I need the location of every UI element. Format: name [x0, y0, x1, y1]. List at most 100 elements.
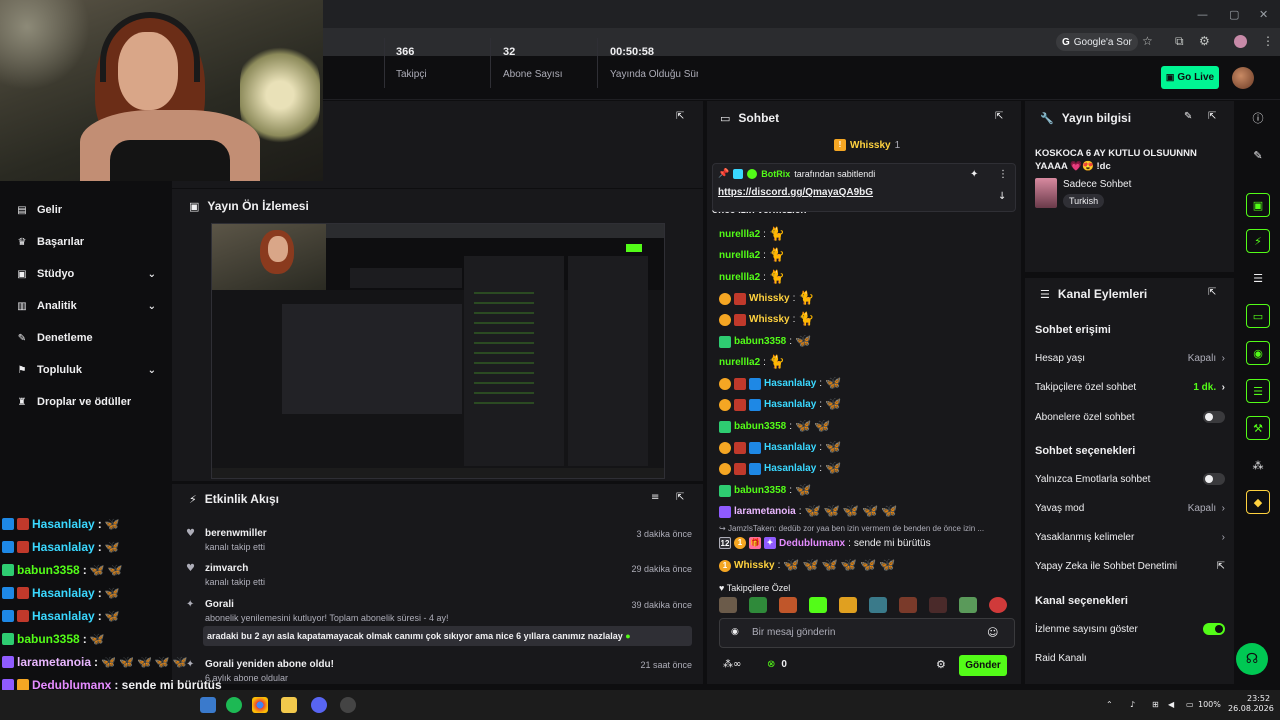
- chat-username[interactable]: Hasanlalay: [764, 378, 816, 389]
- broadcast-panel-icon[interactable]: ◉: [1246, 341, 1270, 365]
- monitor-panel-icon[interactable]: ▣: [1246, 193, 1270, 217]
- list-panel-icon[interactable]: ☰: [1246, 266, 1270, 290]
- chat-message: Hasanlalay: 🦋: [719, 440, 841, 455]
- chat-username[interactable]: Hasanlalay: [764, 442, 816, 453]
- channel-options-heading: Kanal seçenekleri: [1035, 595, 1128, 607]
- chat-username[interactable]: babun3358: [734, 336, 786, 347]
- account-age-row[interactable]: Hesap yaşı Kapalı ›: [1035, 353, 1225, 364]
- nav-item-0[interactable]: ▤ Gelir: [16, 204, 156, 216]
- translate-icon[interactable]: ⧉: [1175, 34, 1184, 49]
- sub-chat-toggle[interactable]: [1203, 411, 1225, 423]
- stream-preview-video[interactable]: [211, 223, 665, 479]
- pen-icon[interactable]: ✎: [1246, 143, 1270, 167]
- nav-item-6[interactable]: ♜ Droplar ve ödüller: [16, 396, 156, 408]
- info-icon[interactable]: ⓘ: [1246, 106, 1270, 130]
- nav-item-4[interactable]: ✎ Denetleme: [16, 332, 156, 344]
- network-icon[interactable]: ⊞: [1152, 700, 1159, 709]
- chat-username[interactable]: nurellla2: [719, 357, 760, 368]
- category-name[interactable]: Sadece Sohbet: [1063, 179, 1131, 190]
- taskbar-app-icon[interactable]: [200, 697, 216, 713]
- badge-icon: [734, 377, 746, 390]
- discord-icon[interactable]: [311, 697, 327, 713]
- nav-item-1[interactable]: ♛ Başarılar: [16, 236, 156, 248]
- google-sor-button[interactable]: G Google'a Sor: [1056, 33, 1138, 51]
- badge-icon: [734, 313, 746, 326]
- chat-username[interactable]: Hasanlalay: [764, 463, 816, 474]
- chevron-down-icon[interactable]: ⌄: [148, 301, 156, 312]
- popout-icon[interactable]: ⇱: [995, 111, 1003, 122]
- overlay-text: :: [97, 609, 102, 623]
- nav-item-5[interactable]: ⚑ Topluluk ⌄: [16, 364, 156, 376]
- bolt-panel-icon[interactable]: ⚡: [1246, 229, 1270, 253]
- activity-item: ✦ Gorali yeniden abone oldu! 6 aylık abone…: [184, 659, 692, 689]
- pin-menu-icon[interactable]: ⋮: [998, 169, 1008, 180]
- raid-row[interactable]: Raid Kanalı: [1035, 653, 1225, 664]
- extensions-icon[interactable]: ⚙: [1199, 34, 1210, 48]
- badge-icon: [719, 398, 731, 411]
- chat-username[interactable]: babun3358: [734, 485, 786, 496]
- filter-icon[interactable]: ≡: [651, 492, 659, 503]
- banned-words-row[interactable]: Yasaklanmış kelimeler ›: [1035, 532, 1225, 543]
- activity-sub: kanalı takip etti: [205, 577, 266, 587]
- slow-mode-row[interactable]: Yavaş mod Kapalı ›: [1035, 503, 1225, 514]
- chat-panel-icon[interactable]: ▭: [1246, 304, 1270, 328]
- gift-panel-icon[interactable]: ◆: [1246, 490, 1270, 514]
- send-button[interactable]: Gönder: [959, 655, 1007, 676]
- chat-message: Hasanlalay: 🦋: [719, 397, 841, 412]
- chat-gear-icon[interactable]: ⚙: [936, 658, 946, 671]
- popout-icon[interactable]: ⇱: [676, 111, 684, 122]
- wrench-panel-icon[interactable]: ⚒: [1246, 416, 1270, 440]
- emoji-icon[interactable]: ☺: [987, 626, 998, 639]
- nav-item-2[interactable]: ▣ Stüdyo ⌄: [16, 268, 156, 280]
- speaker-icon[interactable]: ◀: [1168, 700, 1174, 709]
- emote-icon: 🦋: [823, 504, 840, 519]
- nav-item-3[interactable]: ▥ Analitik ⌄: [16, 300, 156, 312]
- obs-icon[interactable]: [340, 697, 356, 713]
- chevron-down-icon[interactable]: ⌄: [148, 365, 156, 376]
- battery-icon[interactable]: ▭: [1186, 700, 1194, 709]
- close-window-button[interactable]: ✕: [1259, 8, 1268, 21]
- actions-panel-icon[interactable]: ☰: [1246, 379, 1270, 403]
- popout-icon[interactable]: ⇱: [1208, 111, 1216, 122]
- chat-username[interactable]: larametanoia: [734, 506, 796, 517]
- badge-icon: [734, 462, 746, 475]
- chat-username[interactable]: nurellla2: [719, 250, 760, 261]
- user-avatar[interactable]: [1232, 67, 1254, 89]
- emote-bar[interactable]: [719, 597, 1007, 615]
- chat-username[interactable]: babun3358: [734, 421, 786, 432]
- minimize-button[interactable]: —: [1197, 8, 1208, 21]
- bookmark-star-icon[interactable]: ☆: [1142, 34, 1153, 48]
- go-live-button[interactable]: ▣ Go Live: [1161, 66, 1219, 89]
- profile-avatar[interactable]: [1234, 35, 1247, 48]
- show-viewers-toggle[interactable]: [1203, 623, 1225, 635]
- edit-icon[interactable]: ✎: [1184, 111, 1192, 122]
- kick-icon: ▣: [1165, 72, 1175, 82]
- chat-username[interactable]: nurellla2: [719, 229, 760, 240]
- clock-time: 23:52: [1247, 694, 1271, 703]
- actions-icon: ☰: [1040, 287, 1050, 301]
- unpin-icon[interactable]: ✦: [970, 169, 978, 180]
- chat-username[interactable]: Whissky: [749, 293, 790, 304]
- popout-icon[interactable]: ⇱: [676, 492, 684, 503]
- chevron-down-icon[interactable]: ⌄: [148, 269, 156, 280]
- chrome-menu-icon[interactable]: ⋮: [1262, 34, 1274, 48]
- users-panel-icon[interactable]: ⁂: [1246, 453, 1270, 477]
- chrome-icon[interactable]: [252, 697, 268, 713]
- chat-username[interactable]: Whissky: [749, 314, 790, 325]
- help-chat-icon[interactable]: ☊: [1236, 643, 1268, 675]
- chevron-up-icon[interactable]: ⌃: [1106, 700, 1113, 709]
- maximize-button[interactable]: ▢: [1229, 8, 1239, 21]
- ai-moderation-row[interactable]: Yapay Zeka ile Sohbet Denetimi ⇱: [1035, 561, 1225, 572]
- chat-username[interactable]: Hasanlalay: [764, 399, 816, 410]
- folder-icon[interactable]: [281, 697, 297, 713]
- chat-username[interactable]: nurellla2: [719, 272, 760, 283]
- spotify-icon[interactable]: [226, 697, 242, 713]
- expand-pin-icon[interactable]: ↓: [998, 191, 1006, 202]
- follower-chat-row[interactable]: Takipçilere özel sohbet 1 dk. ›: [1035, 382, 1225, 393]
- pinned-link[interactable]: https://discord.gg/QmayaQA9bG: [718, 187, 873, 198]
- mic-icon[interactable]: ♪: [1130, 700, 1135, 709]
- activity-sub: kanalı takip etti: [205, 542, 266, 552]
- emote-only-toggle[interactable]: [1203, 473, 1225, 485]
- chat-settings-icon[interactable]: ◉: [731, 627, 739, 637]
- popout-icon[interactable]: ⇱: [1208, 287, 1216, 298]
